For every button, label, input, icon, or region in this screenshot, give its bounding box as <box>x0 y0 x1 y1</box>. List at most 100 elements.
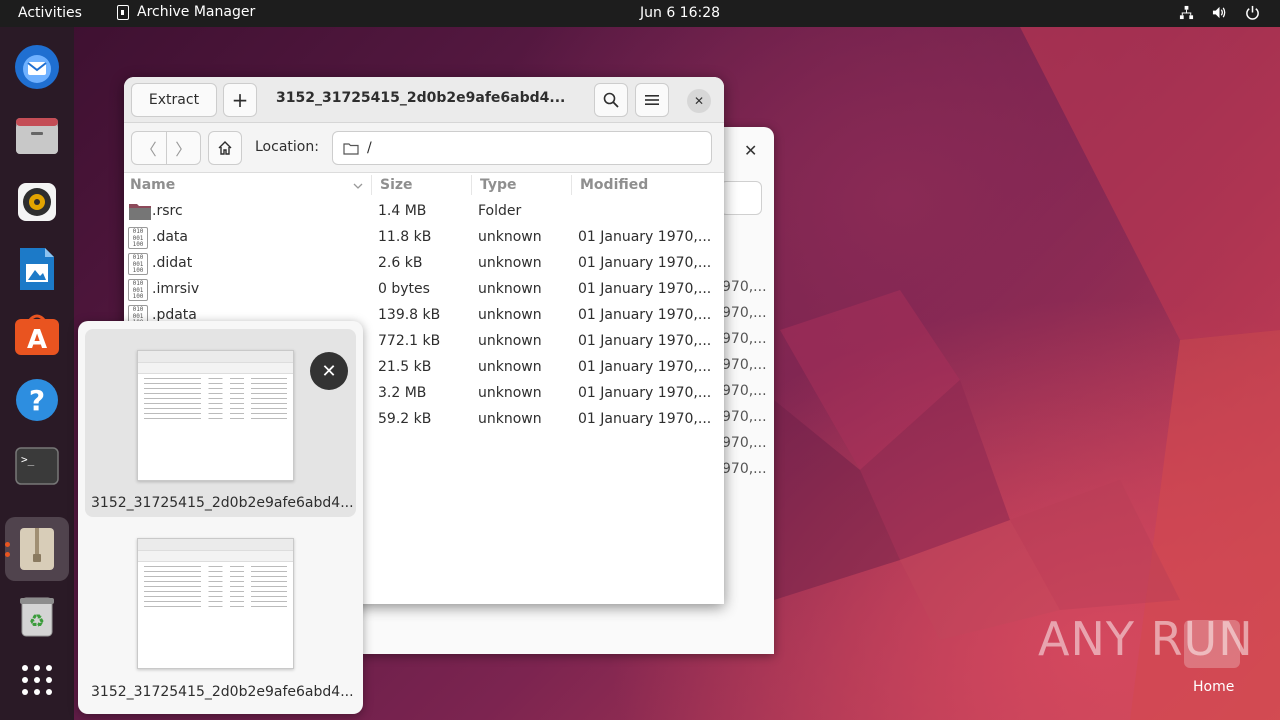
window-thumbnail <box>137 538 294 669</box>
cell-modified: 01 January 1970,... <box>578 255 712 271</box>
column-separator <box>571 175 572 195</box>
column-name[interactable]: Name <box>130 177 175 193</box>
close-window-button[interactable]: ✕ <box>310 352 348 390</box>
terminal-icon: >_ <box>15 447 59 485</box>
column-size[interactable]: Size <box>380 177 413 193</box>
header-bar: Extract + 3152_31725415_2d0b2e9afe6abd4.… <box>124 77 724 123</box>
files-launcher[interactable] <box>11 109 63 161</box>
table-row[interactable]: .rsrc 1.4 MB Folder <box>124 198 724 224</box>
cell-name: .rsrc <box>152 203 183 219</box>
menu-button[interactable] <box>635 83 669 117</box>
writer-launcher[interactable] <box>11 243 63 295</box>
cell-type: unknown <box>478 411 542 427</box>
terminal-launcher[interactable]: >_ <box>11 440 63 492</box>
navigation-buttons: 〈 〉 <box>131 131 201 165</box>
app-center-icon: A <box>15 314 59 355</box>
cell-type: unknown <box>478 385 542 401</box>
cell-type: Folder <box>478 203 522 219</box>
cell-name: .imrsiv <box>152 281 200 297</box>
dock: A ? >_ ♻ <box>0 27 74 720</box>
close-window-button[interactable]: ✕ <box>687 89 711 113</box>
thunderbird-icon <box>15 45 59 89</box>
back-button[interactable]: 〈 <box>132 132 167 164</box>
binary-file-icon: 010001100 <box>128 279 148 301</box>
column-headers: Name Size Type Modified <box>124 173 724 197</box>
add-files-button[interactable]: + <box>223 83 257 117</box>
cell-size: 2.6 kB <box>378 255 423 271</box>
switcher-item-label: 3152_31725415_2d0b2e9afe6abd4... <box>91 495 354 511</box>
home-button[interactable] <box>208 131 242 165</box>
switcher-item[interactable]: ✕ 3152_31725415_2d0b2e9afe6abd4... <box>85 329 356 517</box>
volume-icon <box>1212 6 1226 19</box>
show-apps-icon <box>22 665 52 695</box>
search-button[interactable] <box>594 83 628 117</box>
folder-icon <box>343 142 359 155</box>
column-separator <box>371 175 372 195</box>
cell-size: 21.5 kB <box>378 359 432 375</box>
cell-type: unknown <box>478 255 542 271</box>
cell-modified: 01 January 1970,... <box>578 411 712 427</box>
location-label: Location: <box>255 139 319 155</box>
switcher-item-label: 3152_31725415_2d0b2e9afe6abd4... <box>91 684 354 700</box>
background-field <box>720 181 762 215</box>
cell-size: 59.2 kB <box>378 411 432 427</box>
files-icon <box>16 118 58 154</box>
show-apps-button[interactable] <box>11 654 63 706</box>
running-indicator <box>5 552 10 557</box>
column-type[interactable]: Type <box>480 177 517 193</box>
close-icon[interactable]: ✕ <box>744 141 757 160</box>
cell-modified: 01 January 1970,... <box>578 281 712 297</box>
cell-name: .data <box>152 229 188 245</box>
home-folder-icon[interactable] <box>1184 620 1240 668</box>
home-label: Home <box>1193 679 1235 695</box>
switcher-item[interactable]: 3152_31725415_2d0b2e9afe6abd4... <box>85 518 356 706</box>
table-row[interactable]: 010 001 100 .imrsiv 0 bytes unknown 01 Jan… <box>124 276 724 302</box>
background-row: 970,... <box>722 305 767 321</box>
window-thumbnail <box>137 350 294 481</box>
location-bar: 〈 〉 Location: / <box>124 123 724 173</box>
app-menu[interactable]: Archive Manager <box>117 4 255 20</box>
hamburger-menu-icon <box>645 95 659 105</box>
app-center-launcher[interactable]: A <box>11 309 63 361</box>
help-launcher[interactable]: ? <box>11 374 63 426</box>
rhythmbox-icon <box>18 183 56 221</box>
cell-type: unknown <box>478 333 542 349</box>
archive-icon <box>117 4 129 20</box>
table-row[interactable]: 010 001 100 .didat 2.6 kB unknown 01 Janua… <box>124 250 724 276</box>
forward-button[interactable]: 〉 <box>167 132 201 164</box>
system-tray[interactable] <box>1179 5 1260 20</box>
running-indicator <box>5 542 10 547</box>
trash-launcher[interactable]: ♻ <box>11 590 63 642</box>
cell-size: 3.2 MB <box>378 385 427 401</box>
cell-modified: 01 January 1970,... <box>578 385 712 401</box>
archive-manager-launcher[interactable] <box>5 517 69 581</box>
network-icon <box>1179 5 1194 20</box>
svg-text:A: A <box>27 325 47 355</box>
archive-manager-icon <box>20 528 54 570</box>
column-separator <box>471 175 472 195</box>
cell-type: unknown <box>478 281 542 297</box>
extract-button[interactable]: Extract <box>131 83 217 117</box>
thunderbird-launcher[interactable] <box>11 41 63 93</box>
cell-modified: 01 January 1970,... <box>578 333 712 349</box>
location-field[interactable]: / <box>332 131 712 165</box>
column-modified[interactable]: Modified <box>580 177 648 193</box>
top-bar: Activities Archive Manager Jun 6 16:28 <box>0 0 1280 27</box>
power-icon <box>1246 5 1259 20</box>
app-name: Archive Manager <box>137 4 256 20</box>
clock[interactable]: Jun 6 16:28 <box>640 5 720 21</box>
svg-text:?: ? <box>29 384 45 417</box>
background-row: 970,... <box>722 409 767 425</box>
table-row[interactable]: 010 001 100 .data 11.8 kB unknown 01 Janua… <box>124 224 724 250</box>
background-row: 970,... <box>722 279 767 295</box>
window-title: 3152_31725415_2d0b2e9afe6abd4... <box>276 90 566 106</box>
cell-size: 772.1 kB <box>378 333 441 349</box>
rhythmbox-launcher[interactable] <box>11 176 63 228</box>
background-row: 970,... <box>722 357 767 373</box>
cell-type: unknown <box>478 229 542 245</box>
activities-button[interactable]: Activities <box>18 5 82 21</box>
cell-size: 139.8 kB <box>378 307 441 323</box>
svg-text:>_: >_ <box>21 453 35 466</box>
cell-type: unknown <box>478 307 542 323</box>
location-value: / <box>367 140 372 156</box>
